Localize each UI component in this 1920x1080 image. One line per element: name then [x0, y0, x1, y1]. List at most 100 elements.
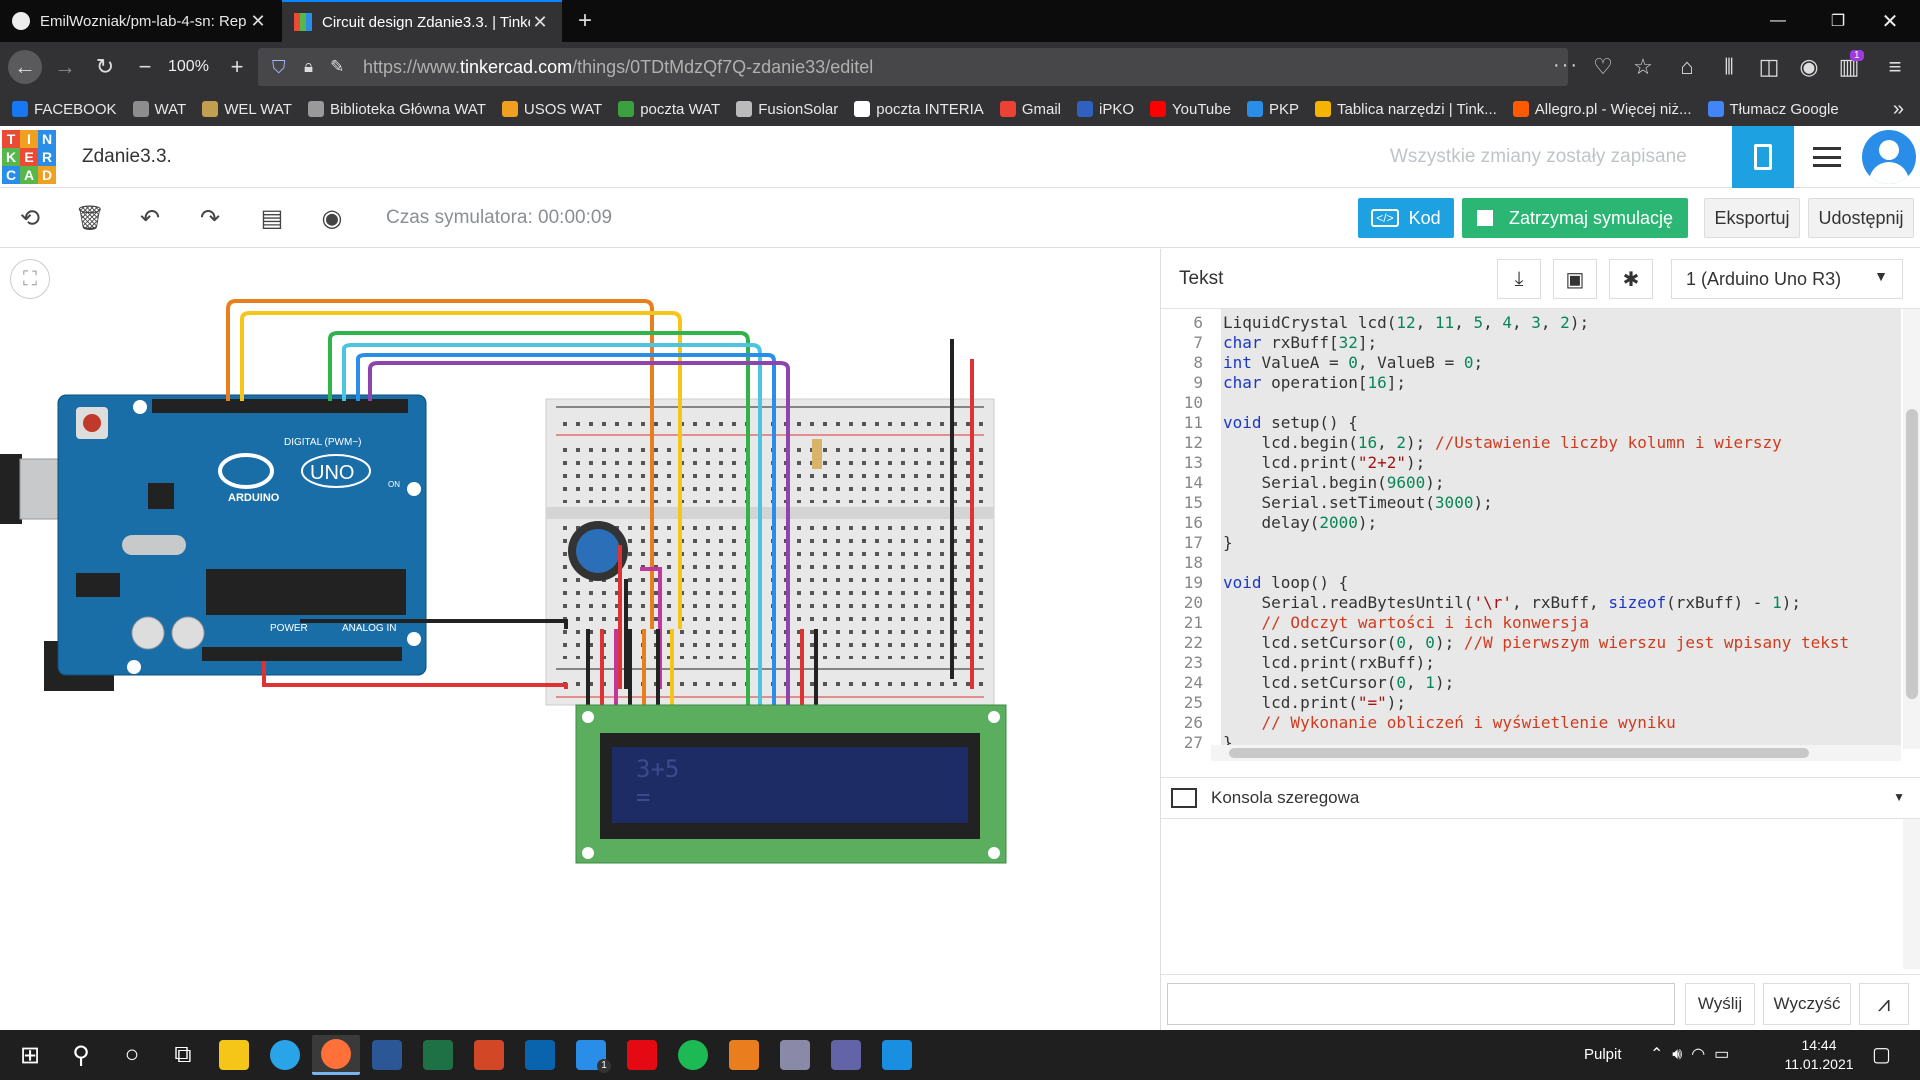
code-line[interactable]: 24 lcd.setCursor(0, 1); [1161, 673, 1901, 693]
bookmark-item[interactable]: FusionSolar [736, 101, 838, 118]
close-window-button[interactable]: ✕ [1860, 0, 1920, 42]
teams-icon[interactable] [822, 1035, 870, 1075]
pocket-icon[interactable]: ♡ [1586, 50, 1620, 84]
code-line[interactable]: 21 // Odczyt wartości i ich konwersja [1161, 613, 1901, 633]
cortana-icon[interactable]: ○ [108, 1035, 156, 1075]
word-icon[interactable] [363, 1035, 411, 1075]
code-editor[interactable]: 6 LiquidCrystal lcd(12, 11, 5, 4, 3, 2); 7… [1161, 309, 1920, 764]
close-tab-icon[interactable]: ✕ [248, 11, 268, 32]
code-line[interactable]: 10 [1161, 393, 1901, 413]
arduino-board[interactable]: UNO ARDUINO DIGITAL (PWM~) POWER ANALOG … [57, 394, 427, 676]
bookmark-item[interactable]: YouTube [1150, 101, 1231, 118]
library-icon[interactable]: ⫴ [1712, 50, 1746, 84]
firefox-icon[interactable] [312, 1035, 360, 1075]
bookmark-item[interactable]: poczta INTERIA [854, 101, 984, 118]
zoom-level[interactable]: 100% [168, 50, 209, 84]
bookmark-item[interactable]: USOS WAT [501, 101, 602, 118]
code-button[interactable]: </> Kod [1358, 198, 1454, 238]
calculator-app-icon[interactable] [771, 1035, 819, 1075]
horizontal-scrollbar[interactable] [1211, 745, 1901, 761]
code-line[interactable]: 20 Serial.readBytesUntil('\r', rxBuff, s… [1161, 593, 1901, 613]
more-dots-icon[interactable]: ··· [1553, 54, 1579, 77]
vscode-icon[interactable] [873, 1035, 921, 1075]
stop-simulation-button[interactable]: Zatrzymaj symulację [1462, 198, 1688, 238]
bookmark-item[interactable]: Gmail [999, 101, 1061, 118]
clock[interactable]: 14:44 11.01.2021 [1774, 1036, 1864, 1074]
netflix-icon[interactable] [618, 1035, 666, 1075]
tray-desktop-label[interactable]: Pulpit [1584, 1030, 1622, 1080]
download-button[interactable]: ⤓ [1497, 259, 1541, 299]
powerpoint-icon[interactable] [465, 1035, 513, 1075]
chevron-down-icon[interactable]: ▼ [1893, 790, 1905, 804]
code-line[interactable]: 25 lcd.print("="); [1161, 693, 1901, 713]
graph-button[interactable]: ⩘ [1859, 983, 1909, 1025]
account-icon[interactable]: ◉ [1792, 50, 1826, 84]
bookmark-item[interactable]: PKP [1246, 101, 1299, 118]
code-line[interactable]: 9 char operation[16]; [1161, 373, 1901, 393]
share-button[interactable]: Udostępnij [1808, 198, 1914, 238]
excel-icon[interactable] [414, 1035, 462, 1075]
wifi-icon[interactable]: ◠ [1691, 1046, 1705, 1063]
libraries-button[interactable]: ▣ [1553, 259, 1597, 299]
code-line[interactable]: 13 lcd.print("2+2"); [1161, 453, 1901, 473]
avatar[interactable] [1862, 130, 1916, 184]
back-button[interactable]: ← [8, 50, 42, 84]
breadboard[interactable] [545, 398, 995, 706]
url-bar[interactable]: ⛉ 🔒︎ ✎ https://www.tinkercad.com/things/… [258, 48, 1577, 86]
code-line[interactable]: 19 void loop() { [1161, 573, 1901, 593]
code-line[interactable]: 7 char rxBuff[32]; [1161, 333, 1901, 353]
rotate-icon[interactable]: ⟲ [12, 200, 48, 236]
circuit-view-button[interactable] [1732, 126, 1794, 188]
start-icon[interactable]: ⊞ [6, 1035, 54, 1075]
code-line[interactable]: 6 LiquidCrystal lcd(12, 11, 5, 4, 3, 2); [1161, 313, 1901, 333]
bookmark-item[interactable]: Tablica narzędzi | Tink... [1314, 101, 1497, 118]
search-icon[interactable]: ⚲ [57, 1035, 105, 1075]
code-line[interactable]: 17} [1161, 533, 1901, 553]
lock-icon[interactable]: 🔒︎ [304, 57, 313, 77]
redo-icon[interactable]: ↷ [192, 200, 228, 236]
code-line[interactable]: 14 Serial.begin(9600); [1161, 473, 1901, 493]
bookmarks-overflow-icon[interactable]: » [1893, 98, 1904, 121]
reload-button[interactable]: ↻ [88, 50, 122, 84]
code-line[interactable]: 16 delay(2000); [1161, 513, 1901, 533]
sidebar-icon[interactable]: ◫ [1752, 50, 1786, 84]
zoom-out-button[interactable]: − [128, 50, 162, 84]
bookmark-item[interactable]: Tłumacz Google [1707, 101, 1839, 118]
lcd-display[interactable]: 3+5 = [575, 704, 1007, 864]
notes-icon[interactable]: ▤ [254, 200, 290, 236]
file-explorer-icon[interactable] [210, 1035, 258, 1075]
outlook-icon[interactable] [516, 1035, 564, 1075]
volume-icon[interactable]: 🔊︎ [1672, 1046, 1682, 1063]
components-list-button[interactable] [1796, 126, 1858, 188]
mail-icon[interactable]: 1 [567, 1035, 615, 1075]
code-line[interactable]: 8 int ValueA = 0, ValueB = 0; [1161, 353, 1901, 373]
device-select[interactable]: 1 (Arduino Uno R3) ▼ [1671, 259, 1903, 299]
hamburger-menu-icon[interactable]: ≡ [1878, 50, 1912, 84]
notifications-icon[interactable]: ▢ [1872, 1042, 1891, 1067]
code-line[interactable]: 12 lcd.begin(16, 2); //Ustawienie liczby… [1161, 433, 1901, 453]
bookmark-item[interactable]: iPKO [1077, 101, 1134, 118]
eye-icon[interactable]: ◉ [314, 200, 350, 236]
spotify-icon[interactable] [669, 1035, 717, 1075]
bookmark-item[interactable]: WAT [132, 101, 186, 118]
serial-input[interactable] [1167, 983, 1675, 1025]
close-tab-icon[interactable]: ✕ [530, 12, 550, 33]
undo-icon[interactable]: ↶ [132, 200, 168, 236]
minimize-button[interactable]: — [1748, 0, 1808, 42]
code-line[interactable]: 15 Serial.setTimeout(3000); [1161, 493, 1901, 513]
code-line[interactable]: 22 lcd.setCursor(0, 0); //W pierwszym wi… [1161, 633, 1901, 653]
tab-github[interactable]: EmilWozniak/pm-lab-4-sn: Rep ✕ [0, 0, 280, 42]
task-view-icon[interactable]: ⧉ [159, 1035, 207, 1075]
tray-icons[interactable]: ⌃ 🔊︎ ◠ ▭ [1650, 1030, 1729, 1080]
bookmark-item[interactable]: Allegro.pl - Więcej niż... [1512, 101, 1692, 118]
edge-icon[interactable] [261, 1035, 309, 1075]
code-line[interactable]: 26 // Wykonanie obliczeń i wyświetlenie … [1161, 713, 1901, 733]
code-line[interactable]: 11 void setup() { [1161, 413, 1901, 433]
code-line[interactable]: 23 lcd.print(rxBuff); [1161, 653, 1901, 673]
code-line[interactable]: 18 [1161, 553, 1901, 573]
tinkercad-logo[interactable]: T I N K E R C A D [2, 130, 56, 184]
debugger-button[interactable]: ✱ [1609, 259, 1653, 299]
tab-tinkercad[interactable]: Circuit design Zdanie3.3. | Tinke ✕ [282, 0, 562, 42]
clear-button[interactable]: Wyczyść [1763, 983, 1851, 1025]
bookmark-star-icon[interactable]: ☆ [1626, 50, 1660, 84]
